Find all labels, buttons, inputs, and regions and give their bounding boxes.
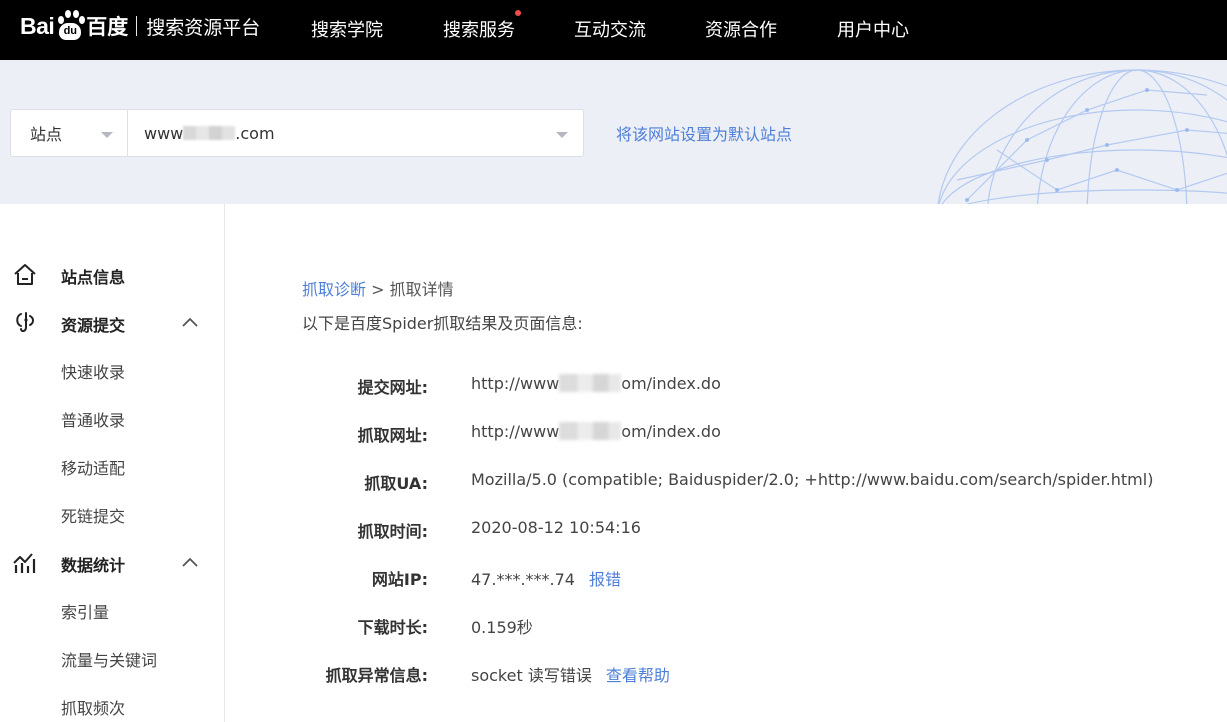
- logo-divider: [136, 16, 138, 36]
- detail-key: 下载时长:: [357, 618, 428, 637]
- site-selector: 站点 www .com: [10, 109, 584, 157]
- sidebar-item-crawl-frequency[interactable]: 抓取频次: [61, 695, 125, 719]
- breadcrumb-current: 抓取详情: [389, 280, 454, 299]
- page-intro-text: 以下是百度Spider抓取结果及页面信息:: [302, 314, 583, 333]
- nav-search-services[interactable]: 搜索服务: [443, 10, 521, 42]
- url-prefix: http://www: [471, 422, 560, 441]
- breadcrumb: 抓取诊断 > 抓取详情: [302, 276, 454, 300]
- detail-row-crawl-exception: 抓取异常信息: socket 读写错误 查看帮助: [0, 662, 1227, 686]
- site-url-suffix: .com: [235, 123, 275, 143]
- logo-chinese-text: 百度: [86, 15, 129, 39]
- detail-key: 提交网址:: [357, 378, 428, 397]
- site-type-label: 站点: [30, 125, 63, 144]
- ip-value: 47.***.***.74: [471, 570, 575, 589]
- nav-interaction[interactable]: 互动交流: [574, 16, 646, 42]
- nav-search-services-label: 搜索服务: [443, 20, 515, 41]
- detail-key: 抓取UA:: [364, 474, 428, 493]
- breadcrumb-crawl-diagnosis-link[interactable]: 抓取诊断: [302, 280, 366, 299]
- exception-value: socket 读写错误: [471, 666, 592, 685]
- chevron-down-icon: [101, 132, 113, 138]
- sidebar-group-resource-submit[interactable]: 资源提交: [0, 308, 225, 338]
- detail-value: 2020-08-12 10:54:16: [471, 518, 641, 537]
- top-navigation-bar: Bai du 百度 搜索资源平台 搜索学院 搜索服务 互动交流 资源合作 用户中…: [0, 0, 1227, 60]
- detail-row-download-duration: 下载时长: 0.159秒: [0, 614, 1227, 638]
- redacted-domain-mask: [559, 373, 622, 392]
- decorative-globe-graphic: [937, 69, 1227, 204]
- submit-resource-icon: [16, 312, 34, 333]
- sidebar: 站点信息 资源提交 快速收录 普通收录 移动适配 死链提交 数据统计 索引量 流: [0, 204, 225, 722]
- nav-resource-cooperation[interactable]: 资源合作: [705, 16, 777, 42]
- sidebar-item-site-info[interactable]: 站点信息: [0, 260, 225, 290]
- logo-paw-text: du: [63, 25, 78, 37]
- site-url-dropdown[interactable]: www .com: [128, 110, 583, 156]
- url-prefix: http://www: [471, 374, 560, 393]
- detail-key: 抓取时间:: [357, 522, 428, 541]
- nav-user-center[interactable]: 用户中心: [837, 16, 909, 42]
- notification-dot: [515, 10, 521, 16]
- chevron-down-icon: [556, 132, 568, 138]
- site-type-dropdown[interactable]: 站点: [11, 110, 128, 156]
- home-icon: [14, 264, 36, 285]
- sidebar-item-label: 站点信息: [61, 268, 126, 287]
- redacted-domain-mask: [559, 421, 622, 440]
- detail-row-site-ip: 网站IP: 47.***.***.74 报错: [0, 566, 1227, 590]
- sidebar-group-label: 资源提交: [61, 316, 126, 335]
- chevron-up-icon[interactable]: [181, 316, 199, 328]
- detail-value: Mozilla/5.0 (compatible; Baiduspider/2.0…: [471, 470, 1154, 489]
- view-help-link[interactable]: 查看帮助: [606, 666, 670, 685]
- redacted-domain-mask: [183, 126, 236, 140]
- baidu-paw-icon: du: [55, 10, 86, 42]
- url-suffix: om/index.do: [621, 422, 721, 441]
- detail-value: 47.***.***.74 报错: [471, 566, 621, 590]
- set-default-site-link[interactable]: 将该网站设置为默认站点: [616, 121, 792, 145]
- detail-row-crawl-ua: 抓取UA: Mozilla/5.0 (compatible; Baiduspid…: [0, 470, 1227, 494]
- detail-value: 0.159秒: [471, 618, 533, 637]
- url-suffix: om/index.do: [621, 374, 721, 393]
- detail-key: 抓取异常信息:: [325, 666, 428, 685]
- detail-row-crawl-time: 抓取时间: 2020-08-12 10:54:16: [0, 518, 1227, 542]
- detail-value: http://www om/index.do: [471, 373, 721, 393]
- detail-value: http://www om/index.do: [471, 421, 721, 441]
- site-url-prefix: www: [144, 123, 184, 143]
- detail-key: 网站IP:: [371, 570, 428, 589]
- report-error-link[interactable]: 报错: [589, 570, 621, 589]
- site-selector-band: 站点 www .com 将该网站设置为默认站点: [0, 60, 1227, 204]
- logo-latin-text: Bai: [20, 12, 55, 39]
- detail-value: socket 读写错误 查看帮助: [471, 662, 670, 686]
- detail-row-submitted-url: 提交网址: http://www om/index.do: [0, 373, 1227, 398]
- platform-title: 搜索资源平台: [146, 16, 261, 39]
- breadcrumb-separator: >: [371, 280, 385, 299]
- detail-row-crawled-url: 抓取网址: http://www om/index.do: [0, 421, 1227, 446]
- baidu-logo[interactable]: Bai du 百度 搜索资源平台: [20, 6, 260, 46]
- nav-search-academy[interactable]: 搜索学院: [311, 16, 383, 42]
- detail-key: 抓取网址:: [357, 426, 428, 445]
